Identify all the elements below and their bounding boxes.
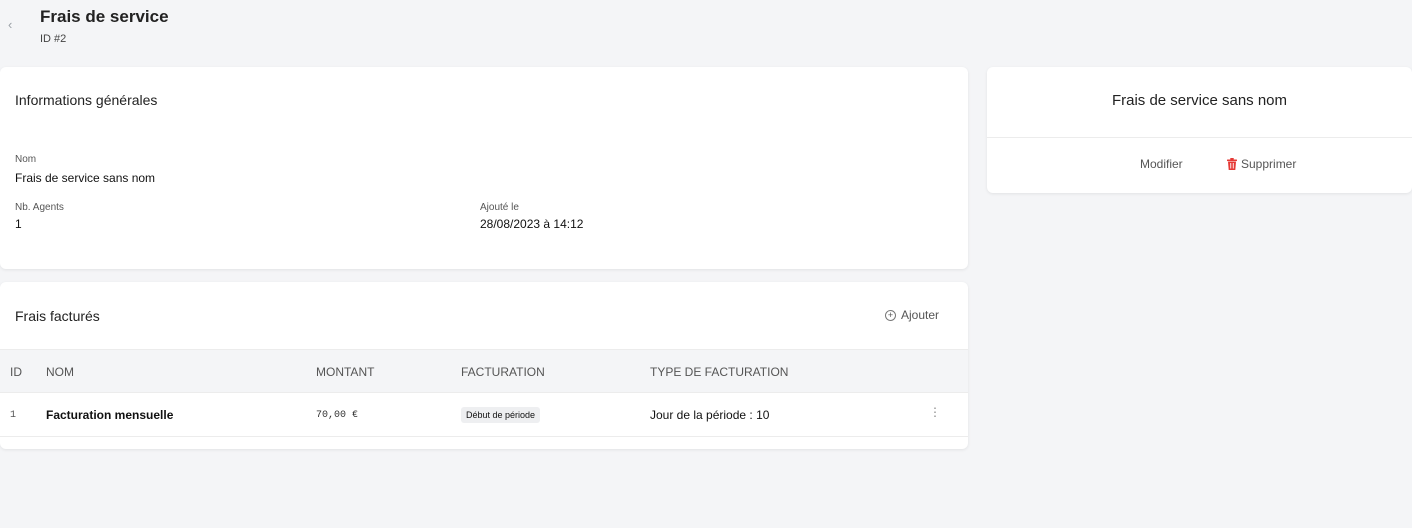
column-header-amount: MONTANT [316,365,375,379]
general-info-card: Informations générales Nom Frais de serv… [0,67,968,269]
row-amount: 70,00 € [316,410,359,421]
plus-circle-icon: + [884,309,896,321]
billed-fees-title: Frais facturés [15,308,100,324]
side-title: Frais de service sans nom [1111,92,1288,109]
row-name: Facturation mensuelle [46,408,174,422]
side-divider [987,137,1412,138]
trash-icon [1227,158,1237,170]
name-label: Nom [15,154,37,165]
general-info-title: Informations générales [15,92,158,108]
name-value: Frais de service sans nom [15,171,156,185]
side-summary-card: Frais de service sans nom Modifier Suppr… [987,67,1412,193]
column-header-name: NOM [46,365,74,379]
added-date-label: Ajouté le [480,202,519,213]
fees-table-header: ID NOM MONTANT FACTURATION TYPE DE FACTU… [0,349,968,393]
column-header-billing: FACTURATION [461,365,545,379]
chevron-left-icon[interactable]: ‹ [8,17,12,32]
more-vertical-icon[interactable]: ⋮ [929,405,941,419]
row-billing-type: Jour de la période : 10 [650,408,770,422]
add-fee-button[interactable]: + Ajouter [884,308,939,322]
table-row[interactable]: 1 Facturation mensuelle 70,00 € Début de… [0,393,968,437]
column-header-id: ID [10,365,22,379]
billing-badge: Début de période [461,407,541,423]
billed-fees-card: Frais facturés + Ajouter ID NOM MONTANT … [0,282,968,449]
row-id: 1 [10,410,17,421]
edit-label: Modifier [1140,157,1183,171]
page-title: Frais de service [40,7,169,26]
page-subtitle: ID #2 [40,33,67,45]
added-date-value: 28/08/2023 à 14:12 [480,217,584,231]
delete-button[interactable]: Supprimer [1227,157,1296,171]
agents-value: 1 [15,217,22,231]
page-header: ‹ Frais de service ID #2 [0,0,1412,60]
column-header-billing-type: TYPE DE FACTURATION [650,365,789,379]
agents-label: Nb. Agents [15,202,64,213]
delete-label: Supprimer [1241,157,1297,171]
add-fee-label: Ajouter [900,308,939,322]
edit-button[interactable]: Modifier [1140,157,1183,171]
